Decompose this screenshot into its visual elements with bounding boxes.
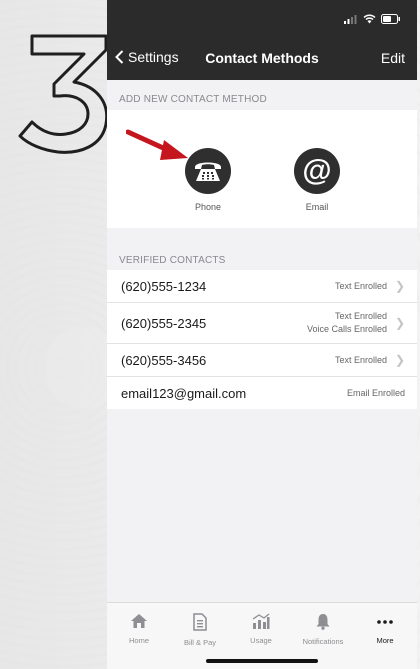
tab-label: Home [128, 636, 149, 645]
tab-bar: Home Bill & Pay Usage Notifications More [107, 602, 417, 669]
wifi-icon [363, 14, 376, 24]
bill-icon [193, 613, 207, 631]
home-indicator [206, 659, 318, 663]
usage-icon [252, 613, 270, 629]
page-title: Contact Methods [205, 50, 319, 66]
contact-status: Text Enrolled [334, 280, 387, 291]
tab-bill-pay[interactable]: Bill & Pay [170, 613, 230, 647]
more-icon [377, 620, 393, 624]
contact-row[interactable]: email123@gmail.com Email Enrolled [107, 377, 417, 409]
at-sign-icon: @ [294, 148, 340, 194]
contact-status: Text Enrolled [334, 354, 387, 365]
bell-icon [316, 614, 330, 630]
tab-label: Usage [250, 636, 272, 645]
telephone-icon [185, 148, 231, 194]
edit-button[interactable]: Edit [381, 50, 405, 66]
home-icon [131, 614, 147, 628]
contact-row[interactable]: (620)555-3456 Text Enrolled ❯ [107, 344, 417, 377]
add-email-button[interactable]: @ Email [287, 148, 347, 212]
chevron-right-icon: ❯ [394, 316, 405, 330]
contact-value: (620)555-3456 [121, 352, 207, 368]
navigation-bar: Settings Contact Methods Edit [107, 38, 417, 80]
contact-row[interactable]: (620)555-1234 Text Enrolled ❯ [107, 270, 417, 303]
step-number-graphic: 3 [18, 34, 109, 154]
signal-icon [344, 14, 357, 24]
verified-section-header: VERIFIED CONTACTS [119, 255, 226, 266]
tab-home[interactable]: Home [109, 613, 169, 645]
tab-more[interactable]: More [355, 613, 415, 645]
tab-label: More [376, 636, 394, 645]
verified-contacts-list: (620)555-1234 Text Enrolled ❯ (620)555-2… [107, 270, 417, 409]
add-email-label: Email [305, 202, 329, 212]
chevron-right-icon: ❯ [394, 279, 405, 293]
chevron-right-icon: ❯ [394, 353, 405, 367]
contact-value: (620)555-1234 [121, 278, 207, 294]
battery-icon [381, 14, 400, 24]
contact-status: Text Enrolled Voice Calls Enrolled [307, 310, 387, 336]
add-section-header: ADD NEW CONTACT METHOD [119, 94, 267, 105]
annotation-arrow-icon [126, 129, 188, 160]
tab-notifications[interactable]: Notifications [293, 613, 353, 646]
tab-label: Bill & Pay [183, 638, 217, 647]
contact-status-line: Voice Calls Enrolled [306, 324, 387, 334]
tab-label: Notifications [302, 637, 344, 646]
add-phone-label: Phone [194, 202, 222, 212]
contact-status: Email Enrolled [346, 387, 405, 398]
status-bar [107, 0, 417, 38]
contact-status-line: Text Enrolled [334, 311, 387, 321]
phone-screen: Settings Contact Methods Edit ADD NEW CO… [107, 0, 417, 669]
contact-value: (620)555-2345 [121, 315, 207, 331]
tab-usage[interactable]: Usage [231, 613, 291, 645]
contact-row[interactable]: (620)555-2345 Text Enrolled Voice Calls … [107, 303, 417, 344]
contact-value: email123@gmail.com [121, 385, 247, 401]
